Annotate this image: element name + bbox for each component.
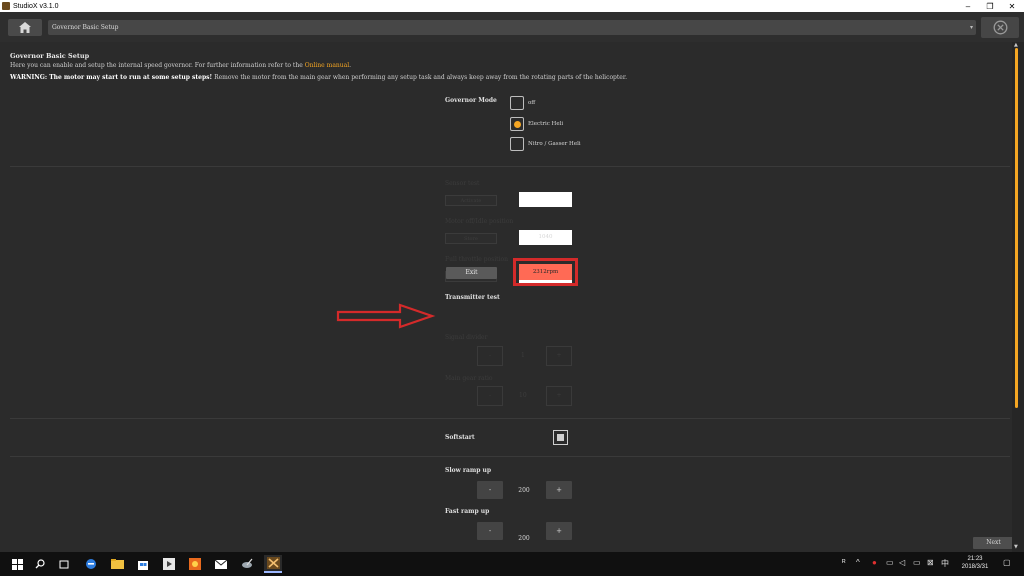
sensor-test-label: Sensor test [445,180,480,187]
ime-icon[interactable]: 中 [941,558,949,569]
search-icon[interactable] [31,555,49,573]
signal-divider-label: Signal divider [445,334,488,341]
motor-off-label: Motor off/Idle position [445,218,514,225]
app-icon [2,2,10,10]
exit-wizard-button[interactable] [981,17,1019,38]
governor-mode-nitro-label: Nitro / Gasser Heli [528,141,581,147]
slow-ramp-up-label: Slow ramp up [445,467,492,474]
divider [10,456,1010,457]
main-gear-minus-button[interactable]: - [477,386,503,406]
mail-icon[interactable] [212,555,230,573]
toolbar: Governor Basic Setup ▾ [0,12,1024,42]
page-select-dropdown[interactable]: Governor Basic Setup ▾ [48,20,976,35]
fast-ramp-minus-button[interactable]: - [477,522,503,540]
main-gear-ratio-value: 10 [519,392,527,399]
minimize-button[interactable]: – [957,0,979,12]
main-gear-ratio-label: Main gear ratio [445,375,493,382]
intro-text: Here you can enable and setup the intern… [10,62,352,69]
scroll-thumb[interactable] [1015,48,1018,408]
vertical-scrollbar[interactable]: ▲ ▼ [1012,42,1024,552]
network-icon[interactable]: ▭ [886,558,894,567]
satellite-app-icon[interactable] [238,555,256,573]
governor-mode-electric-label: Electric Heli [528,121,564,127]
transmitter-test-label: Transmitter test [445,294,500,301]
page-select-value: Governor Basic Setup [52,24,119,31]
antivirus-icon[interactable]: ● [872,558,877,567]
signal-divider-plus-button[interactable]: + [546,346,572,366]
sensor-test-value [519,192,572,207]
home-icon [19,22,31,33]
volume-icon[interactable]: ◁ [899,558,905,567]
photos-icon[interactable] [186,555,204,573]
taskbar: ᴿ ^ ● ▭ ◁ ▭ ⊠ 中 21:23 2018/3/31 ▢ [0,552,1024,576]
divider [10,166,1010,167]
motor-off-store-button[interactable]: Store [445,233,497,244]
edge-browser-icon[interactable] [82,555,100,573]
signal-divider-value: 1 [521,352,525,359]
task-view-icon[interactable] [55,555,73,573]
fast-ramp-plus-button[interactable]: + [546,522,572,540]
governor-mode-nitro-radio[interactable] [510,137,524,151]
studiox-taskbar-icon[interactable] [264,555,282,573]
annotation-arrow [336,303,436,329]
fast-ramp-value: 200 [518,535,530,542]
sensor-activate-button[interactable]: Activate [445,195,497,206]
taskbar-clock[interactable]: 21:23 2018/3/31 [955,555,995,571]
online-manual-link[interactable]: Online manual [305,62,349,69]
window-titlebar: StudioX v3.1.0 – ❐ ✕ [0,0,1024,12]
page-title: Governor Basic Setup [10,52,90,60]
file-explorer-icon[interactable] [108,555,126,573]
governor-mode-electric-radio[interactable] [510,117,524,131]
tray-close-icon[interactable]: ⊠ [927,558,934,567]
rpm-readout: 2312rpm [519,264,572,280]
governor-mode-off-radio[interactable] [510,96,524,110]
divider [10,418,1010,419]
slow-ramp-plus-button[interactable]: + [546,481,572,499]
setup-page: Governor Basic Setup Here you can enable… [0,42,1012,552]
start-button[interactable] [8,555,26,573]
people-icon[interactable]: ᴿ [842,558,846,567]
windows-icon [11,558,23,570]
media-player-icon[interactable] [160,555,178,573]
keyboard-icon[interactable]: ▭ [913,558,921,567]
home-button[interactable] [8,19,42,36]
softstart-label: Softstart [445,434,475,441]
chevron-up-icon[interactable]: ^ [856,558,860,567]
motor-off-value: 1040 [519,230,572,245]
scroll-down-icon[interactable]: ▼ [1014,544,1018,550]
warning-label: WARNING: The motor may start to run at s… [10,74,213,81]
close-circle-icon [993,20,1007,35]
governor-mode-label: Governor Mode [445,97,497,104]
governor-mode-off-label: off [528,100,536,106]
fast-ramp-up-label: Fast ramp up [445,508,490,515]
transmitter-exit-button[interactable]: Exit [446,267,497,279]
chevron-down-icon: ▾ [969,24,973,31]
maximize-button[interactable]: ❐ [979,0,1001,12]
main-gear-plus-button[interactable]: + [546,386,572,406]
close-window-button[interactable]: ✕ [1001,0,1023,12]
slow-ramp-value: 200 [518,487,530,494]
full-throttle-label: Full throttle position [445,256,508,263]
store-icon[interactable] [134,555,152,573]
warning-text: WARNING: The motor may start to run at s… [10,74,627,81]
notification-icon[interactable]: ▢ [1003,558,1011,567]
slow-ramp-minus-button[interactable]: - [477,481,503,499]
window-title: StudioX v3.1.0 [13,2,59,10]
signal-divider-minus-button[interactable]: - [477,346,503,366]
next-button[interactable]: Next [973,537,1014,549]
clock-time: 21:23 [967,556,983,562]
softstart-checkbox[interactable] [553,430,568,445]
clock-date: 2018/3/31 [961,564,989,570]
